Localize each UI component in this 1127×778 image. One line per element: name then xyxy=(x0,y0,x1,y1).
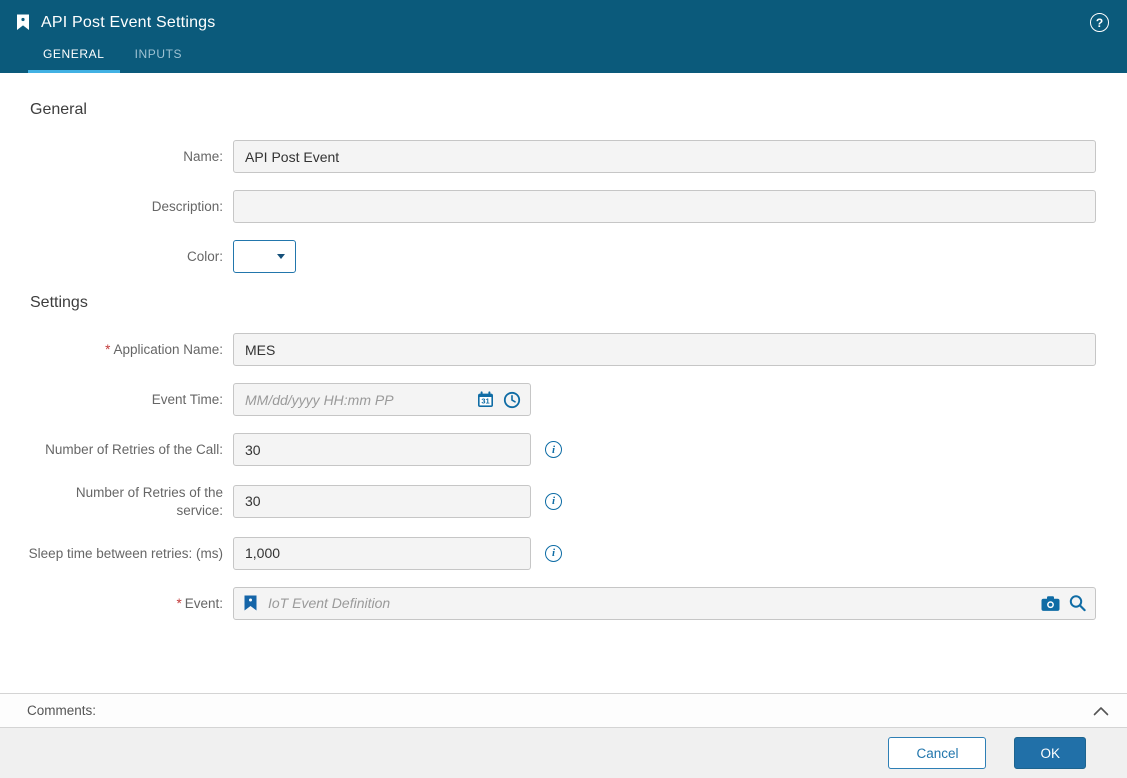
general-section-heading: General xyxy=(30,101,87,118)
info-icon[interactable]: i xyxy=(545,441,562,458)
retries-service-row: Number of Retries of the service: i xyxy=(27,483,1096,520)
clock-icon[interactable] xyxy=(503,391,521,409)
info-icon[interactable]: i xyxy=(545,544,562,562)
tab-bar: GENERAL INPUTS xyxy=(0,40,1127,73)
retries-service-label: Number of Retries of the service: xyxy=(75,485,223,518)
comments-label: Comments: xyxy=(27,703,97,718)
required-marker: * xyxy=(105,342,111,358)
description-input[interactable] xyxy=(233,190,1096,223)
sleep-time-input[interactable] xyxy=(233,536,531,570)
name-label: Name: xyxy=(183,149,223,165)
chevron-down-icon xyxy=(277,254,285,259)
dialog-api-post-event-settings: API Post Event Settings ? GENERAL INPUTS… xyxy=(0,0,1127,778)
color-row: Color: xyxy=(27,240,1096,273)
color-dropdown[interactable] xyxy=(233,240,296,273)
tab-inputs[interactable]: INPUTS xyxy=(120,40,198,73)
camera-icon[interactable] xyxy=(1041,595,1060,611)
dialog-header: API Post Event Settings ? GENERAL INPUTS xyxy=(0,0,1127,73)
tab-general[interactable]: GENERAL xyxy=(28,40,120,73)
name-row: Name: xyxy=(27,140,1096,173)
info-icon[interactable]: i xyxy=(545,492,562,510)
search-icon[interactable] xyxy=(1069,595,1086,612)
retries-call-row: Number of Retries of the Call: i xyxy=(27,433,1096,466)
sleep-time-row: Sleep time between retries: (ms) i xyxy=(27,536,1096,570)
dialog-body: General Name: Description: Color: Settin… xyxy=(0,73,1127,693)
ok-button[interactable]: OK xyxy=(1014,737,1086,769)
calendar-icon[interactable]: 31 xyxy=(477,391,494,408)
name-input[interactable] xyxy=(233,140,1096,173)
iot-event-icon xyxy=(16,14,30,31)
required-marker: * xyxy=(176,595,182,611)
description-label: Description: xyxy=(151,199,223,215)
settings-section-heading: Settings xyxy=(30,294,88,311)
dialog-footer: Cancel OK xyxy=(0,728,1127,778)
event-label: * Event: xyxy=(176,595,223,611)
cancel-button[interactable]: Cancel xyxy=(888,737,987,769)
application-name-input[interactable] xyxy=(233,333,1096,366)
retries-call-label: Number of Retries of the Call: xyxy=(45,442,223,458)
svg-text:31: 31 xyxy=(481,397,489,406)
application-name-label: * Application Name: xyxy=(105,342,223,358)
color-label: Color: xyxy=(186,249,223,265)
sleep-time-label: Sleep time between retries: (ms) xyxy=(28,545,223,561)
chevron-up-icon[interactable] xyxy=(1093,706,1109,716)
help-icon[interactable]: ? xyxy=(1090,13,1109,32)
application-name-row: * Application Name: xyxy=(27,333,1096,366)
retries-call-input[interactable] xyxy=(233,433,531,466)
iot-event-definition-icon xyxy=(244,595,257,611)
retries-service-input[interactable] xyxy=(233,484,531,518)
event-lookup-input[interactable] xyxy=(233,586,1096,620)
description-row: Description: xyxy=(27,190,1096,223)
comments-section-header[interactable]: Comments: xyxy=(0,693,1127,728)
event-time-row: Event Time: 31 xyxy=(27,383,1096,416)
dialog-title: API Post Event Settings xyxy=(41,13,216,31)
event-time-label: Event Time: xyxy=(151,392,223,408)
event-row: * Event: xyxy=(27,586,1096,620)
